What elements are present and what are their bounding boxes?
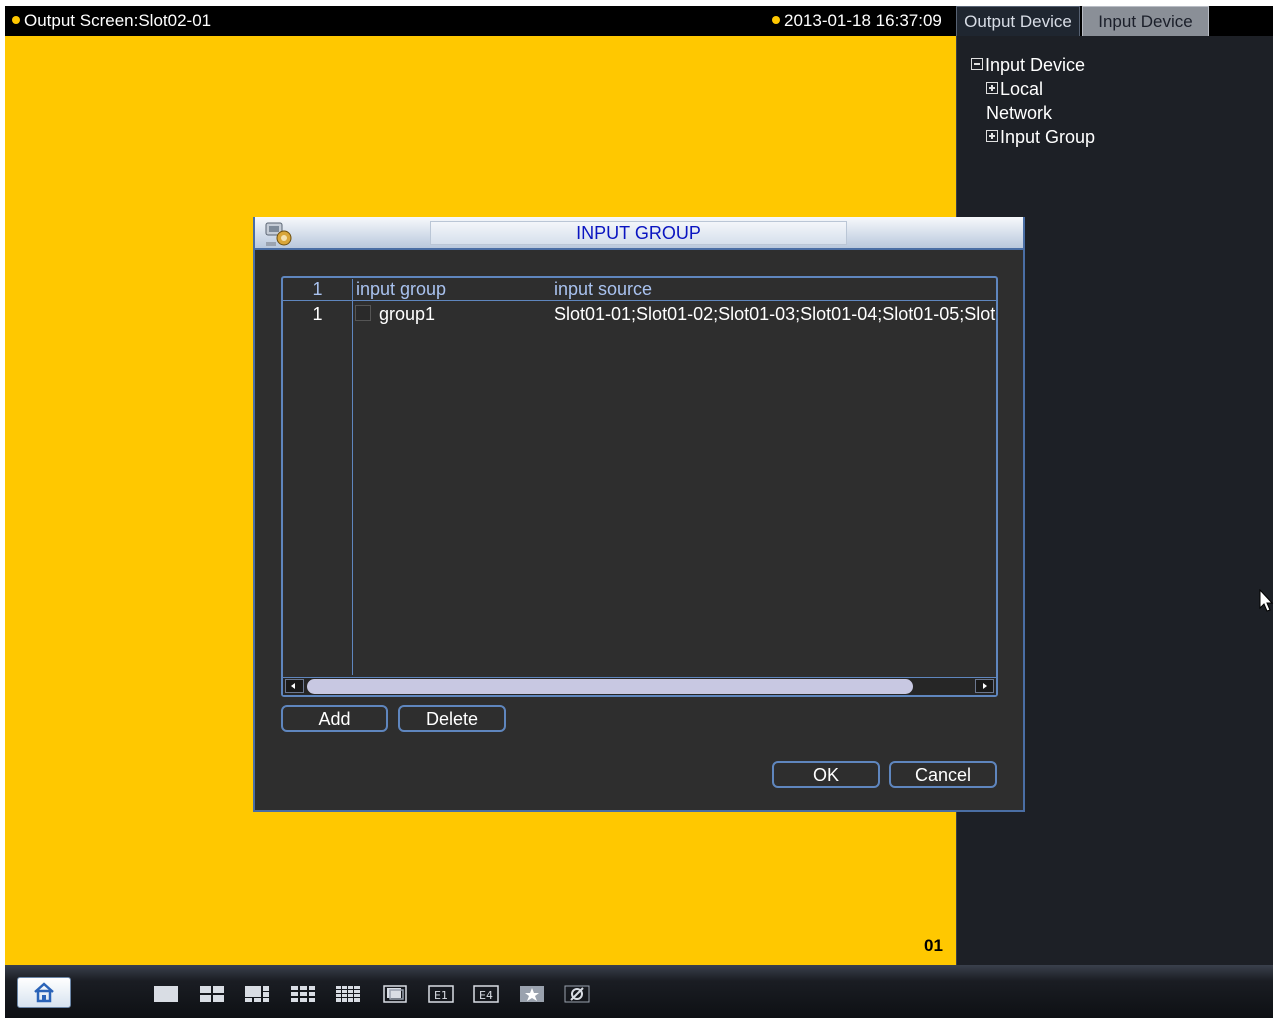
scroll-right-button[interactable] (975, 679, 994, 693)
add-button[interactable]: Add (281, 705, 388, 732)
scrollbar-thumb[interactable] (307, 679, 913, 694)
cancel-button[interactable]: Cancel (889, 761, 997, 788)
tree-node-network[interactable]: Network (986, 101, 1052, 125)
tab-input-device[interactable]: Input Device (1082, 6, 1209, 37)
ok-button[interactable]: OK (772, 761, 880, 788)
home-icon (34, 982, 54, 1003)
tree-node-label: Input Group (1000, 127, 1096, 147)
row-checkbox[interactable] (355, 305, 371, 321)
arrow-left-icon (291, 683, 295, 689)
tree-node-local[interactable]: Local (986, 77, 1043, 101)
row-index: 1 (312, 304, 323, 324)
header-input-group[interactable]: input group (356, 277, 546, 301)
layout-e4-icon[interactable]: E4 (473, 984, 499, 1004)
layout-6-icon[interactable] (244, 984, 270, 1004)
channel-number: 01 (924, 936, 943, 955)
header-index: 1 (312, 279, 323, 299)
dialog-title: INPUT GROUP (576, 223, 701, 243)
layout-4-icon[interactable] (199, 984, 225, 1004)
ptz-icon[interactable] (564, 984, 590, 1004)
layout-9-icon[interactable] (290, 984, 316, 1004)
svg-text:E4: E4 (479, 989, 493, 1002)
status-dot-icon (12, 16, 20, 24)
expand-icon[interactable] (986, 130, 998, 142)
header-input-source[interactable]: input source (554, 277, 994, 301)
home-button[interactable] (17, 977, 71, 1008)
layout-1-icon[interactable] (153, 984, 179, 1004)
tab-output-device[interactable]: Output Device (956, 6, 1080, 37)
dialog-settings-icon (265, 222, 292, 246)
tree-node-input-device[interactable]: Input Device (971, 53, 1085, 77)
row-group-name: group1 (379, 304, 436, 324)
svg-text:E1: E1 (434, 989, 448, 1002)
tree-node-label: Network (986, 103, 1053, 123)
collapse-icon[interactable] (971, 58, 983, 70)
layout-16-icon[interactable] (335, 984, 361, 1004)
delete-button[interactable]: Delete (398, 705, 506, 732)
bottom-taskbar (5, 965, 1273, 1018)
input-group-table (281, 276, 998, 697)
output-screen-label: Output Screen:Slot02-01 (12, 6, 211, 36)
tree-node-label: Input Device (985, 55, 1086, 75)
datetime-display: 2013-01-18 16:37:09 (772, 6, 942, 36)
scroll-left-button[interactable] (285, 679, 304, 693)
mouse-cursor-icon (1259, 589, 1274, 612)
tree-node-input-group[interactable]: Input Group (986, 125, 1095, 149)
datetime-text: 2013-01-18 16:37:09 (784, 11, 942, 30)
row-input-source: Slot01-01;Slot01-02;Slot01-03;Slot01-04;… (554, 304, 996, 324)
tour-icon[interactable] (519, 984, 545, 1004)
status-dot-icon (772, 16, 780, 24)
column-divider (352, 279, 353, 675)
pip-icon[interactable] (382, 984, 408, 1004)
output-screen-text: Output Screen:Slot02-01 (24, 11, 212, 30)
expand-icon[interactable] (986, 82, 998, 94)
layout-e1-icon[interactable]: E1 (428, 984, 454, 1004)
arrow-right-icon (983, 683, 987, 689)
tree-node-label: Local (1000, 79, 1044, 99)
